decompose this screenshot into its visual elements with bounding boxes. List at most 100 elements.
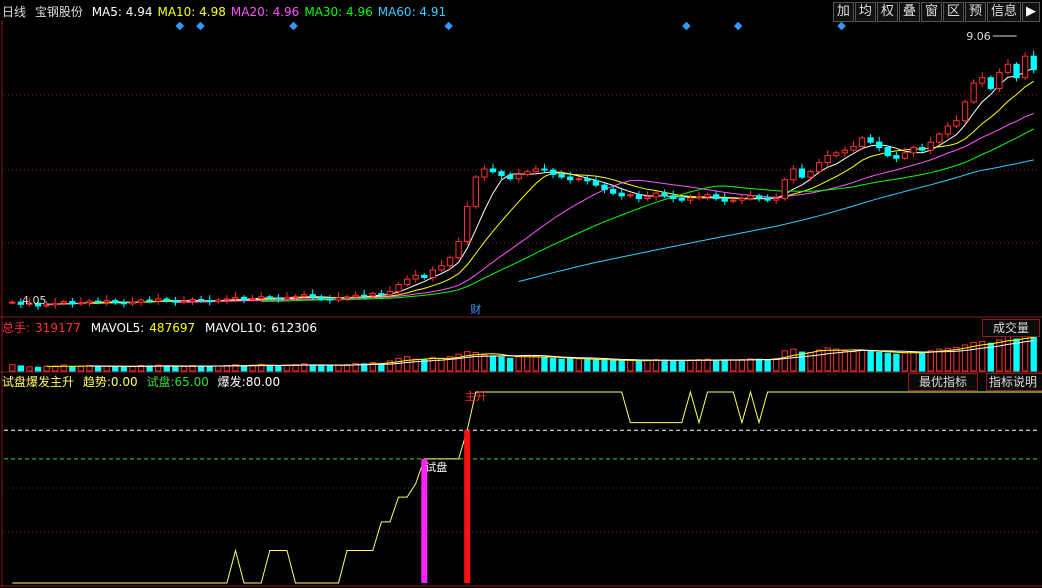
volume-bar [1004,336,1012,372]
candle-body [815,162,823,173]
candle-body [961,101,969,122]
toolbar-button[interactable]: 权 [876,2,898,22]
candle-body [403,278,411,285]
ma10-line [89,80,1034,304]
diamond-marker [196,21,205,31]
volume-bar [747,358,754,372]
candle-body [738,198,746,201]
candle-body [300,294,308,297]
volume-bar [240,365,248,372]
candle-body [652,192,660,198]
toolbar-button[interactable]: 加 [832,2,854,22]
volume-bar [893,353,900,372]
candle-body [927,141,934,151]
burst-signal-bar [464,430,471,583]
candle-body [798,168,806,178]
candle-body [318,296,325,300]
volume-bar [558,358,565,372]
volume-bar [103,365,110,372]
candle-body [146,299,153,302]
toolbar-button[interactable]: 区 [942,2,964,22]
volume-bar [515,356,522,372]
burst-value: 80.00 [245,375,281,389]
volume-bar [592,359,600,372]
volume-bar [395,357,402,372]
toolbar-button[interactable]: 窗 [920,2,942,22]
candle-body [163,298,170,302]
volume-bar [618,359,625,372]
candle-body [867,137,874,143]
volume-bar [584,359,591,372]
candle-body [541,168,548,171]
candle-body [884,147,891,157]
ma-legend-item: MA5: 4.94 [91,5,153,19]
candle-body [481,168,488,178]
candle-body [506,174,514,180]
volume-button[interactable]: 成交量 [981,319,1040,337]
volume-bar [129,365,136,372]
volume-bar [678,360,685,372]
candle-body [326,298,334,301]
volume-bar [309,364,316,372]
indicator-help-button[interactable]: 指标说明 [986,373,1042,391]
volume-bar [464,351,471,372]
candle-body [549,169,557,175]
candle-body [987,77,994,89]
diamond-marker [175,21,185,31]
candle-body [627,194,634,197]
toolbar-button[interactable]: ▶ [1022,2,1040,22]
volume-bar [541,357,548,372]
candle-body [850,145,857,151]
volume-bar [275,365,282,372]
candle-body [112,300,119,304]
candle-body [936,133,943,143]
toolbar-button[interactable]: 均 [854,2,876,22]
volume-bar [884,352,891,372]
volume-bar [532,355,540,372]
candle-body [455,241,462,259]
candle-body [309,294,316,298]
ma-legend-item: MA30: 4.96 [304,5,373,19]
volume-bar [910,351,917,372]
volume-bar [34,366,42,372]
candle-body [369,293,376,297]
candle-body [893,155,900,159]
volume-bar [9,364,16,372]
candle-body [189,299,196,302]
candle-body [841,149,849,154]
volume-bar [326,365,334,372]
volume-bar [635,360,643,372]
candle-body [94,300,102,303]
test-signal-label: 试盘 [425,460,447,474]
candle-body [524,171,531,175]
toolbar-button[interactable]: 叠 [898,2,920,22]
volume-bar [867,350,874,372]
diamond-marker [444,21,453,31]
volume-bar [979,341,986,372]
candle-body [790,168,797,181]
candle-body [953,120,960,127]
candle-body [532,168,540,173]
candle-body [1021,55,1029,79]
candle-body [721,198,728,202]
best-indicator-button[interactable]: 最优指标 [908,373,979,391]
trend-value: 0.00 [110,375,138,389]
candle-body [944,125,952,135]
volume-bar [94,365,102,372]
volume-bar [670,359,677,372]
candle-body [601,184,608,190]
candle-body [979,77,986,84]
period-label[interactable]: 日线 [2,5,26,19]
volume-bar [112,366,119,372]
candle-body [876,141,883,149]
toolbar-button[interactable]: 预 [964,2,986,22]
volume-bar [567,357,574,372]
volume-bar [661,359,668,372]
volume-bar [901,352,909,372]
toolbar-button[interactable]: 信息 [986,2,1021,22]
total-volume-value: 319177 [35,321,81,335]
volume-bar [77,365,85,372]
price-header: 日线 宝钢股份 MA5: 4.94 MA10: 4.98 MA20: 4.96 MA3… [2,5,456,19]
candle-body [446,257,454,267]
volume-bar [790,348,797,372]
